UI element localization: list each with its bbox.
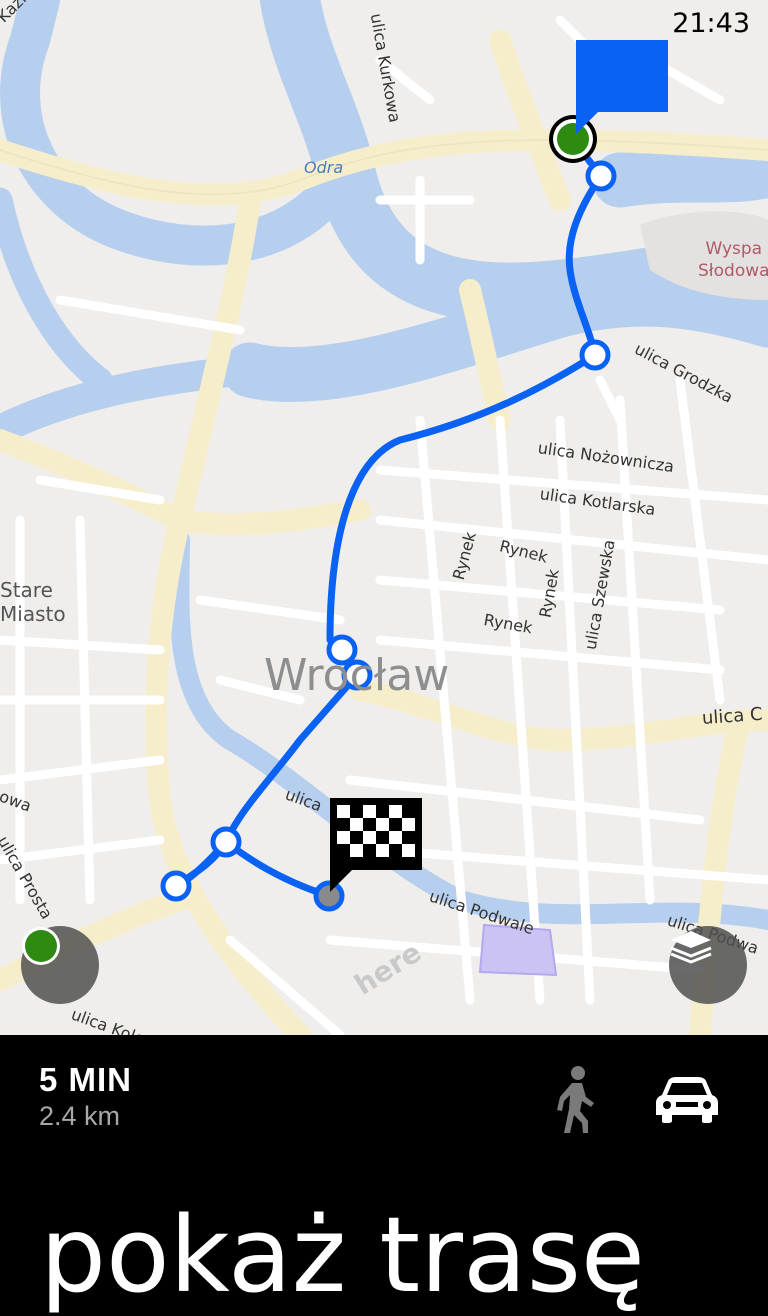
island-label-line: Słodowa [698,261,768,281]
route-panel: 5 MIN 2.4 km pokaż trasę [0,1035,768,1315]
locate-me-button[interactable] [21,926,99,1004]
route-distance: 2.4 km [39,1101,121,1131]
river-label: Odra [304,158,344,177]
walk-mode-button[interactable] [548,1065,602,1135]
car-mode-button[interactable] [656,1075,718,1125]
current-location-icon [22,927,60,965]
waypoint [579,339,611,371]
status-clock: 21:43 [672,8,750,39]
island-label-line: Wyspa [705,239,763,259]
island-label: Wyspa Słodowa [698,238,768,282]
waypoint [160,870,192,902]
district-label-line: Miasto [0,602,66,626]
district-label-line: Stare [0,578,53,602]
map-view[interactable]: Kazim ulica Kurkowa Odra Wyspa Słodowa u… [0,0,768,1035]
map-layers-button[interactable] [669,926,747,1004]
show-route-button[interactable]: pokaż trasę [40,1195,645,1315]
walk-icon [557,1066,594,1133]
waypoint [210,826,242,858]
street-label: ulica C [701,703,764,729]
car-icon [656,1077,718,1123]
route-duration: 5 MIN [39,1061,133,1098]
waypoint [585,160,617,192]
district-label: Stare Miasto [0,578,66,626]
city-label: Wrocław [264,650,450,701]
map-layers-icon [670,931,712,964]
